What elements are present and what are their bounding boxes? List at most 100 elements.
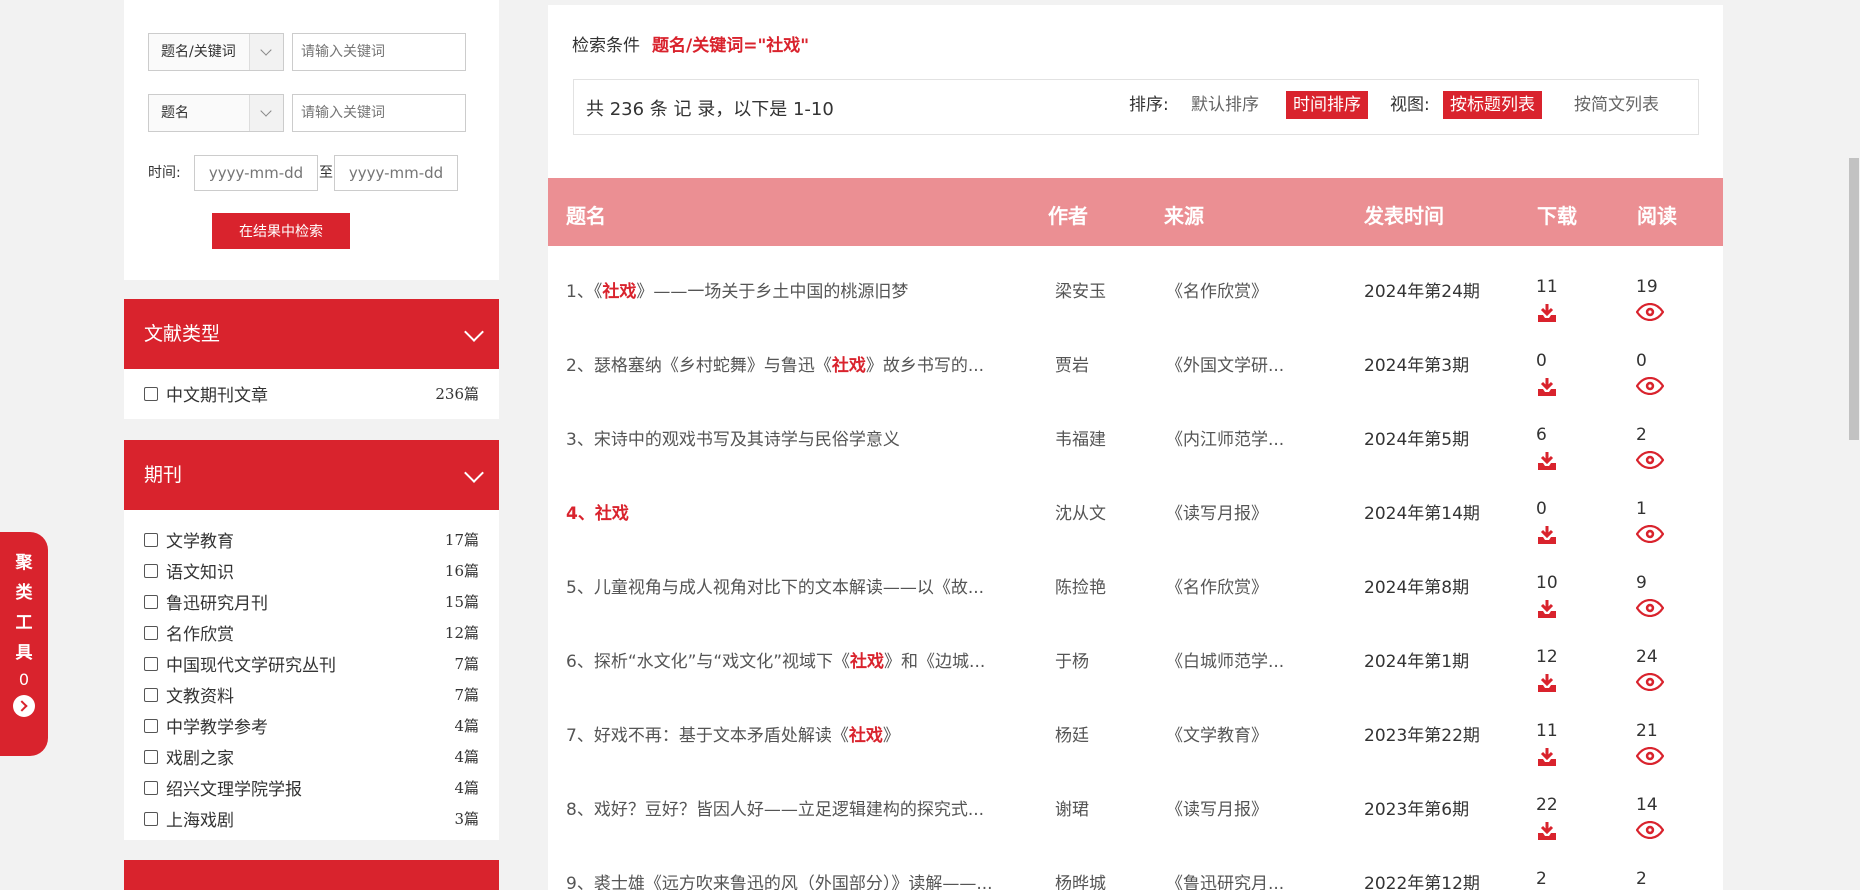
- download-count[interactable]: 12: [1536, 647, 1558, 692]
- result-title-link[interactable]: 3、宋诗中的观戏书写及其诗学与民俗学意义: [566, 425, 900, 450]
- result-title-link[interactable]: 9、裘士雄《远方吹来鲁迅的风（外国部分）》读解——...: [566, 869, 993, 890]
- facet-item[interactable]: 中国现代文学研究丛刊 7篇: [144, 648, 479, 679]
- download-value: 0: [1536, 351, 1547, 371]
- checkbox[interactable]: [144, 780, 158, 795]
- checkbox[interactable]: [144, 532, 158, 547]
- table-row: 2、瑟格塞纳《乡村蛇舞》与鲁迅《社戏》故乡书写的... 贾岩 《外国文学研... 20…: [548, 325, 1723, 399]
- checkbox[interactable]: [144, 386, 158, 401]
- checkbox[interactable]: [144, 625, 158, 640]
- result-title-link[interactable]: 7、好戏不再：基于文本矛盾处解读《社戏》: [566, 721, 900, 746]
- arrow-right-icon[interactable]: [13, 695, 35, 717]
- download-count[interactable]: 0: [1536, 351, 1556, 396]
- download-icon[interactable]: [1536, 377, 1558, 397]
- author-link[interactable]: 沈从文: [1055, 499, 1106, 524]
- source-link[interactable]: 《读写月报》: [1166, 499, 1268, 524]
- download-count[interactable]: 22: [1536, 795, 1558, 840]
- facet-header-next[interactable]: [124, 860, 499, 890]
- download-icon[interactable]: [1536, 599, 1558, 619]
- result-title-link[interactable]: 5、儿童视角与成人视角对比下的文本解读——以《故...: [566, 573, 984, 598]
- checkbox[interactable]: [144, 749, 158, 764]
- scrollbar[interactable]: [1848, 0, 1860, 890]
- result-title-link[interactable]: 8、戏好？豆好？皆因人好——立足逻辑建构的探究式...: [566, 795, 984, 820]
- results-panel: 检索条件 题名/关键词="社戏" 共 236 条 记 录，以下是 1-10 排序:…: [548, 5, 1723, 890]
- field-select-2[interactable]: 题名: [148, 94, 284, 132]
- author-link[interactable]: 韦福建: [1055, 425, 1106, 450]
- checkbox[interactable]: [144, 594, 158, 609]
- download-count[interactable]: 2: [1536, 869, 1547, 889]
- source-link[interactable]: 《外国文学研...: [1166, 351, 1284, 376]
- checkbox[interactable]: [144, 656, 158, 671]
- field-select-1-value: 题名/关键词: [161, 44, 236, 60]
- author-link[interactable]: 梁安玉: [1055, 277, 1106, 302]
- eye-icon: [1636, 673, 1664, 691]
- facet-item[interactable]: 语文知识 16篇: [144, 555, 479, 586]
- facet-item[interactable]: 文教资料 7篇: [144, 679, 479, 710]
- col-title: 题名: [566, 204, 606, 228]
- facet-item[interactable]: 绍兴文理学院学报 4篇: [144, 772, 479, 803]
- checkbox[interactable]: [144, 718, 158, 733]
- keyword-input-2[interactable]: [292, 94, 466, 132]
- download-count[interactable]: 11: [1536, 721, 1558, 766]
- date-from-input[interactable]: [194, 155, 318, 191]
- source-link[interactable]: 《内江师范学...: [1166, 425, 1284, 450]
- scrollbar-thumb[interactable]: [1849, 158, 1859, 440]
- sort-default-button[interactable]: 默认排序: [1191, 91, 1259, 119]
- download-count[interactable]: 0: [1536, 499, 1556, 544]
- checkbox[interactable]: [144, 563, 158, 578]
- source-link[interactable]: 《名作欣赏》: [1166, 277, 1268, 302]
- cluster-tool-tab[interactable]: 聚 类 工 具 0: [0, 532, 48, 756]
- facet-item[interactable]: 文学教育 17篇: [144, 524, 479, 555]
- author-link[interactable]: 谢珺: [1055, 795, 1089, 820]
- facet-item-label: 中学教学参考: [166, 718, 268, 738]
- facet-item-count: 15篇: [444, 593, 479, 611]
- date-to-input[interactable]: [334, 155, 458, 191]
- result-title-link[interactable]: 6、探析“水文化”与“戏文化”视域下《社戏》和《边城...: [566, 647, 985, 672]
- author-link[interactable]: 陈捡艳: [1055, 573, 1106, 598]
- keyword-input-1[interactable]: [292, 33, 466, 71]
- source-link[interactable]: 《白城师范学...: [1166, 647, 1284, 672]
- facet-item-label: 中国现代文学研究丛刊: [166, 656, 336, 676]
- download-icon[interactable]: [1536, 451, 1558, 471]
- facet-item[interactable]: 上海戏剧 3篇: [144, 803, 479, 834]
- refine-search-panel: 题名/关键词 题名 时间: 至 在结果中检索: [124, 0, 499, 280]
- download-icon[interactable]: [1536, 821, 1558, 841]
- result-title-link[interactable]: 2、瑟格塞纳《乡村蛇舞》与鲁迅《社戏》故乡书写的...: [566, 351, 984, 376]
- field-select-1[interactable]: 题名/关键词: [148, 33, 284, 71]
- author-link[interactable]: 于杨: [1055, 647, 1089, 672]
- source-link[interactable]: 《鲁迅研究月...: [1166, 869, 1284, 890]
- author-link[interactable]: 贾岩: [1055, 351, 1089, 376]
- title-text: 3、宋诗中的观戏书写及其诗学与民俗学意义: [566, 430, 900, 450]
- col-date: 发表时间: [1364, 204, 1444, 228]
- checkbox[interactable]: [144, 687, 158, 702]
- download-count[interactable]: 10: [1536, 573, 1558, 618]
- view-brief-list-button[interactable]: 按简文列表: [1574, 91, 1659, 119]
- source-link[interactable]: 《名作欣赏》: [1166, 573, 1268, 598]
- download-icon[interactable]: [1536, 525, 1558, 545]
- checkbox[interactable]: [144, 811, 158, 826]
- read-count: 19: [1636, 277, 1664, 321]
- view-title-list-button[interactable]: 按标题列表: [1443, 91, 1542, 119]
- facet-item[interactable]: 中学教学参考 4篇: [144, 710, 479, 741]
- search-in-results-button[interactable]: 在结果中检索: [212, 213, 350, 249]
- source-link[interactable]: 《文学教育》: [1166, 721, 1268, 746]
- result-title-link[interactable]: 4、社戏: [566, 499, 629, 524]
- facet-header-doc-type[interactable]: 文献类型: [124, 299, 499, 369]
- download-count[interactable]: 6: [1536, 425, 1556, 470]
- facet-header-journal[interactable]: 期刊: [124, 440, 499, 510]
- chevron-down-icon: [249, 95, 283, 131]
- download-icon[interactable]: [1536, 747, 1558, 767]
- facet-item[interactable]: 名作欣赏 12篇: [144, 617, 479, 648]
- facet-item[interactable]: 戏剧之家 4篇: [144, 741, 479, 772]
- author-link[interactable]: 杨廷: [1055, 721, 1089, 746]
- download-count[interactable]: 11: [1536, 277, 1558, 322]
- facet-item[interactable]: 中文期刊文章 236篇: [144, 378, 479, 409]
- download-icon[interactable]: [1536, 303, 1558, 323]
- facet-item[interactable]: 鲁迅研究月刊 15篇: [144, 586, 479, 617]
- facet-item-label: 文教资料: [166, 687, 234, 707]
- sort-time-button[interactable]: 时间排序: [1286, 91, 1368, 119]
- facet-item-count: 3篇: [454, 810, 479, 828]
- download-icon[interactable]: [1536, 673, 1558, 693]
- author-link[interactable]: 杨晔城: [1055, 869, 1106, 890]
- result-title-link[interactable]: 1、《社戏》——一场关于乡土中国的桃源旧梦: [566, 277, 908, 302]
- source-link[interactable]: 《读写月报》: [1166, 795, 1268, 820]
